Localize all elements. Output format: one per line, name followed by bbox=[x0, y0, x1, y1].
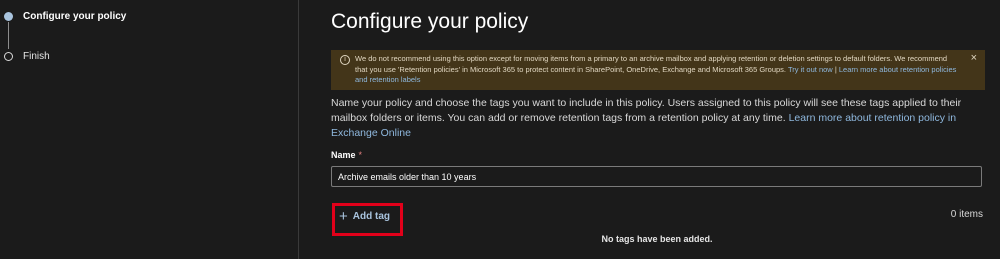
nav-divider bbox=[298, 0, 299, 259]
try-it-out-link[interactable]: Try it out now bbox=[788, 65, 833, 74]
wizard-step-configure[interactable]: Configure your policy bbox=[4, 11, 126, 22]
item-count: 0 items bbox=[950, 209, 983, 220]
link-separator: | bbox=[834, 64, 837, 74]
required-indicator: * bbox=[358, 150, 363, 160]
step-current-icon bbox=[4, 12, 13, 21]
wizard-nav: Configure your policy Finish bbox=[0, 0, 298, 259]
name-field-label: Name * bbox=[331, 150, 362, 160]
empty-tags-message: No tags have been added. bbox=[601, 234, 713, 244]
wizard-step-finish[interactable]: Finish bbox=[4, 51, 50, 62]
policy-name-input[interactable] bbox=[331, 166, 982, 187]
plus-icon: + bbox=[339, 208, 348, 225]
info-icon: i bbox=[340, 55, 350, 65]
page-title: Configure your policy bbox=[331, 10, 529, 33]
add-tag-button[interactable]: + Add tag bbox=[339, 209, 390, 224]
close-icon[interactable]: × bbox=[971, 53, 977, 64]
main-panel: Configure your policy i We do not recomm… bbox=[331, 0, 985, 259]
add-tag-label: Add tag bbox=[352, 211, 390, 222]
step-label-configure: Configure your policy bbox=[23, 11, 127, 22]
step-pending-icon bbox=[4, 52, 13, 61]
policy-description: Name your policy and choose the tags you… bbox=[331, 96, 983, 141]
step-label-finish: Finish bbox=[23, 51, 50, 62]
warning-message-bar: i We do not recommend using this option … bbox=[331, 50, 985, 90]
name-label-text: Name bbox=[331, 150, 356, 160]
step-connector bbox=[8, 22, 9, 49]
